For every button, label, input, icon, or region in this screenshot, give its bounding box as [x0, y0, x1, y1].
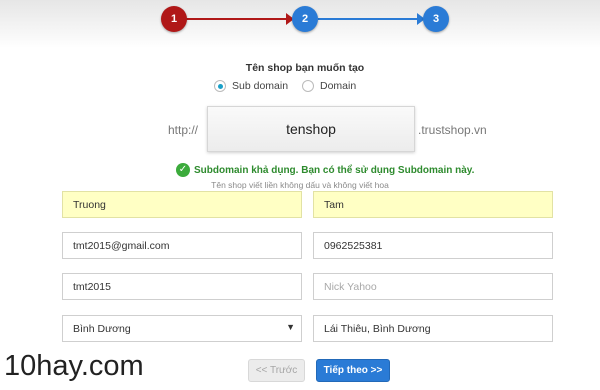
shop-name-box — [207, 106, 415, 155]
step-connector-1 — [185, 18, 291, 20]
step-connector-2 — [318, 18, 422, 20]
email-field[interactable] — [62, 232, 302, 259]
form-title: Tên shop bạn muốn tạo — [245, 62, 365, 74]
radio-unchecked-icon[interactable] — [302, 80, 314, 92]
domain-prefix: http:// — [168, 123, 199, 137]
shop-name-hint: Tên shop viết liền không dấu và không vi… — [211, 180, 389, 190]
radio-subdomain-label: Sub domain — [232, 80, 289, 92]
watermark-text: 10hay.com — [4, 350, 144, 382]
shop-name-input[interactable] — [208, 107, 414, 155]
radio-domain[interactable]: Domain — [302, 80, 356, 92]
province-selected-value: Bình Dương — [73, 323, 131, 335]
phone-field[interactable] — [313, 232, 553, 259]
next-button[interactable]: Tiếp theo >> — [316, 359, 390, 382]
step-2-badge: 2 — [292, 6, 318, 32]
radio-domain-label: Domain — [320, 80, 357, 92]
caret-down-icon: ▼ — [286, 322, 295, 332]
first-name-field[interactable] — [62, 191, 302, 218]
yahoo-nick-field[interactable] — [313, 273, 553, 300]
address-field[interactable] — [313, 315, 553, 342]
previous-button[interactable]: << Trước — [248, 359, 305, 382]
domain-suffix: .trustshop.vn — [418, 123, 487, 137]
province-select[interactable]: Bình Dương ▼ — [62, 315, 302, 342]
status-message: Subdomain khả dụng. Bạn có thể sử dụng S… — [194, 164, 475, 176]
radio-subdomain[interactable]: Sub domain — [214, 80, 288, 92]
last-name-field[interactable] — [313, 191, 553, 218]
step-3-badge: 3 — [423, 6, 449, 32]
username-field[interactable] — [62, 273, 302, 300]
check-circle-icon: ✓ — [176, 163, 190, 177]
step-1-badge: 1 — [161, 6, 187, 32]
radio-checked-icon[interactable] — [214, 80, 226, 92]
availability-status: ✓ Subdomain khả dụng. Bạn có thể sử dụng… — [176, 163, 474, 177]
